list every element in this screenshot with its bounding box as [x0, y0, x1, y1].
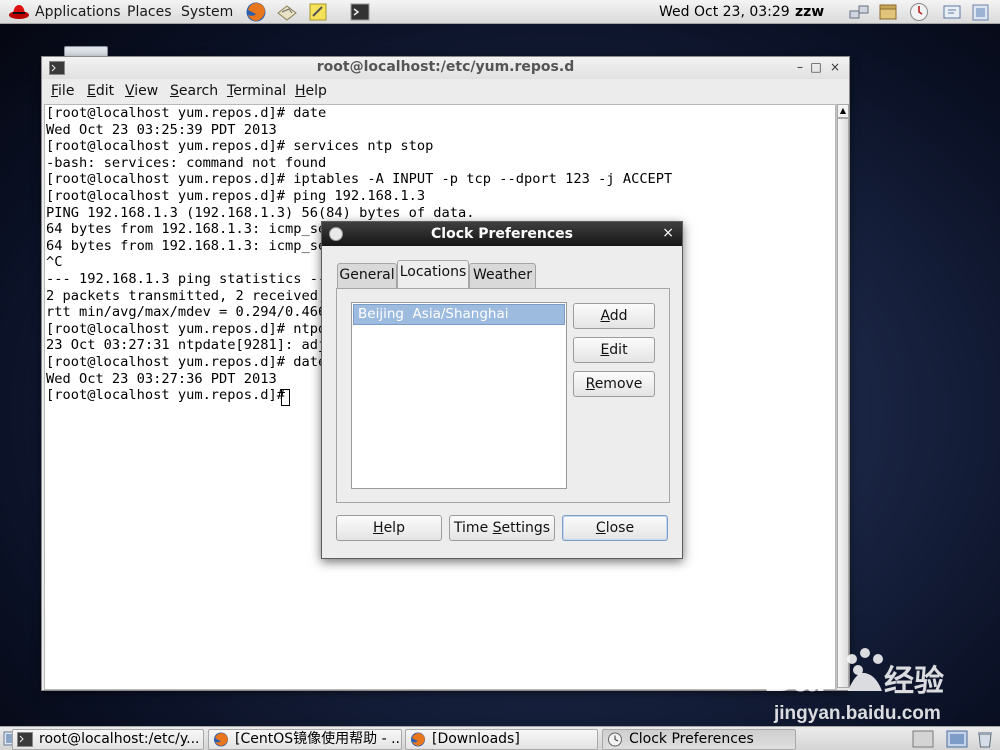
terminal-scrollbar[interactable]: ▲	[836, 104, 849, 690]
watermark-brand: Bai	[764, 656, 826, 700]
menu-help[interactable]: Help	[295, 83, 327, 100]
watermark-url: jingyan.baidu.com	[773, 703, 941, 724]
task-terminal[interactable]: root@localhost:/etc/y...	[12, 729, 204, 750]
watermark-brand-cn: 经验	[884, 664, 944, 699]
terminal-line: [root@localhost yum.repos.d]# services n…	[46, 138, 434, 155]
terminal-line: PING 192.168.1.3 (192.168.1.3) 56(84) by…	[46, 204, 475, 221]
terminal-line: 64 bytes from 192.168.1.3: icmp_seq=	[46, 221, 343, 238]
locations-list[interactable]: Beijing Asia/Shanghai	[351, 302, 567, 489]
minimize-icon[interactable]: –	[792, 59, 808, 75]
maximize-icon[interactable]: □	[808, 59, 824, 75]
clock-preferences-dialog: Clock Preferences × General Locations We…	[321, 221, 683, 559]
baidu-watermark-logo: Bai 经验 jingyan.baidu.com	[764, 648, 944, 724]
task-centos-help[interactable]: [CentOS镜像使用帮助 - ...	[208, 729, 402, 750]
edit-button[interactable]: Edit	[573, 337, 655, 363]
volume-icon[interactable]	[908, 2, 930, 22]
help-button[interactable]: Help	[336, 515, 442, 541]
terminal-line: [root@localhost yum.repos.d]#	[46, 387, 294, 404]
locations-panel: Beijing Asia/Shanghai Add Edit Remove	[336, 288, 670, 503]
terminal-task-icon	[17, 732, 33, 747]
close-icon[interactable]: ×	[827, 59, 843, 75]
places-menu[interactable]: Places	[127, 3, 172, 21]
update-icon[interactable]	[877, 2, 899, 22]
tab-weather[interactable]: Weather	[469, 263, 536, 288]
clock-task-icon	[608, 732, 622, 747]
terminal-line: [root@localhost yum.repos.d]# date	[46, 354, 327, 370]
scrollbar-thumb[interactable]	[837, 118, 849, 688]
panel-clock[interactable]: Wed Oct 23, 03:29	[659, 3, 790, 21]
mail-icon[interactable]	[276, 1, 298, 23]
terminal-line: --- 192.168.1.3 ping statistics ---	[46, 271, 335, 287]
menu-terminal[interactable]: Terminal	[227, 83, 286, 100]
menu-file[interactable]: File	[51, 83, 74, 100]
note-icon[interactable]	[307, 1, 329, 23]
terminal-line: ^C	[46, 254, 63, 271]
network-icon[interactable]	[848, 2, 870, 22]
terminal-line: [root@localhost yum.repos.d]# date	[46, 105, 327, 121]
terminal-line: -bash: services: command not found	[46, 154, 327, 171]
task-clock-preferences[interactable]: Clock Preferences	[602, 729, 796, 750]
dialog-close-icon[interactable]: ×	[662, 225, 674, 241]
terminal-line: 2 packets transmitted, 2 received, 0	[46, 287, 343, 304]
location-timezone: Asia/Shanghai	[412, 306, 509, 322]
menu-search[interactable]: Search	[170, 83, 218, 100]
terminal-line: 64 bytes from 192.168.1.3: icmp_seq=	[46, 237, 343, 254]
dialog-titlebar[interactable]: Clock Preferences ×	[322, 222, 682, 246]
trash-icon[interactable]	[975, 730, 995, 748]
system-menu[interactable]: System	[181, 3, 233, 21]
terminal-line: rtt min/avg/max/mdev = 0.294/0.466/0	[46, 304, 343, 321]
tab-locations[interactable]: Locations	[397, 260, 469, 288]
dialog-title: Clock Preferences	[431, 226, 573, 242]
time-settings-button[interactable]: Time Settings	[449, 515, 555, 541]
workspace-1-icon[interactable]	[912, 730, 934, 748]
remove-button[interactable]: Remove	[573, 371, 655, 397]
close-button[interactable]: Close	[562, 515, 668, 541]
bottom-taskbar: root@localhost:/etc/y... [CentOS镜像使用帮助 -…	[0, 726, 1000, 750]
location-name: Beijing	[358, 306, 404, 322]
terminal-launcher-icon[interactable]	[349, 1, 371, 23]
terminal-line: [root@localhost yum.repos.d]# ntpdat	[46, 320, 343, 337]
terminal-line: Wed Oct 23 03:27:36 PDT 2013	[46, 370, 277, 387]
list-item[interactable]: Beijing Asia/Shanghai	[353, 304, 565, 325]
menu-edit[interactable]: Edit	[87, 83, 114, 100]
terminal-title: root@localhost:/etc/yum.repos.d	[316, 59, 575, 75]
workspace-2-icon[interactable]	[946, 730, 968, 748]
redhat-logo-icon[interactable]	[8, 2, 30, 21]
terminal-line: Wed Oct 23 03:25:39 PDT 2013	[46, 121, 277, 138]
input-method-icon[interactable]	[970, 2, 992, 22]
applications-menu[interactable]: Applications	[35, 3, 121, 21]
user-name[interactable]: zzw	[795, 3, 824, 21]
notification-icon[interactable]	[941, 2, 963, 22]
top-panel: Applications Places System Wed Oct 23, 0…	[0, 0, 1000, 24]
terminal-titlebar[interactable]: root@localhost:/etc/yum.repos.d – □ ×	[42, 57, 849, 79]
task-downloads[interactable]: [Downloads]	[405, 729, 598, 750]
firefox-task-icon	[411, 732, 425, 747]
firefox-task-icon	[214, 732, 228, 747]
terminal-line: [root@localhost yum.repos.d]# iptables -…	[46, 171, 673, 188]
terminal-menubar: File Edit View Search Terminal Help	[42, 80, 849, 102]
add-button[interactable]: Add	[573, 303, 655, 329]
menu-view[interactable]: View	[125, 83, 158, 100]
terminal-cursor	[281, 389, 290, 406]
terminal-line: 23 Oct 03:27:31 ntpdate[9281]: adjus	[46, 337, 343, 354]
terminal-line: [root@localhost yum.repos.d]# ping 192.1…	[46, 188, 426, 204]
scroll-up-arrow-icon[interactable]: ▲	[837, 104, 849, 118]
firefox-icon[interactable]	[245, 1, 267, 23]
tab-general[interactable]: General	[337, 263, 397, 288]
